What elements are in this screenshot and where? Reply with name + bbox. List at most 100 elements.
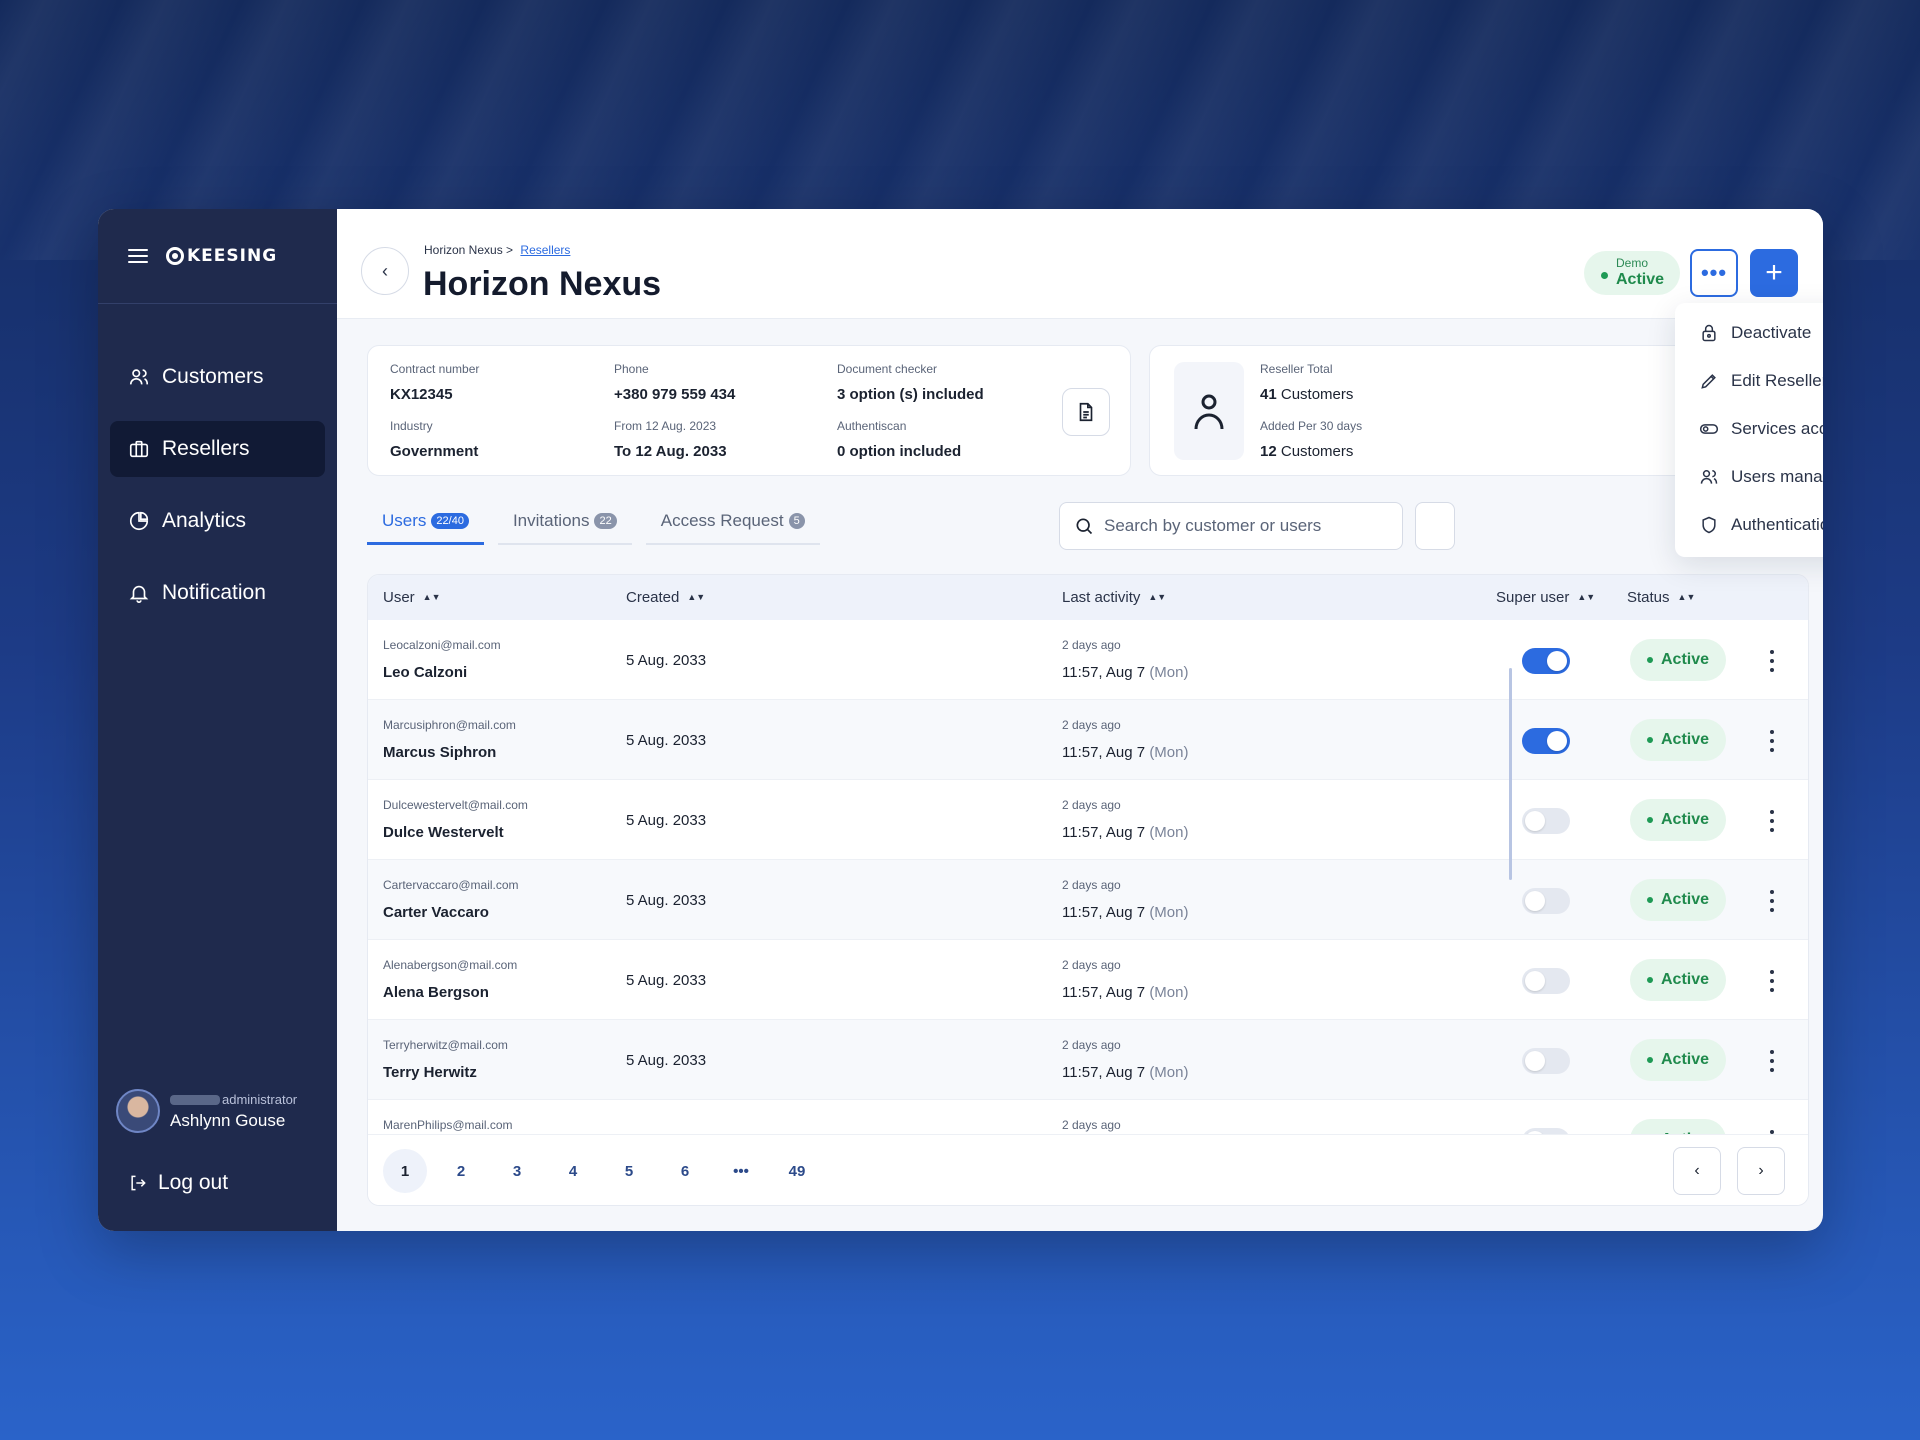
document-button[interactable] [1062,388,1110,436]
toggle-knob [1547,731,1567,751]
tabs: Users 22/40 Invitations 22 Access Request 5 [367,499,834,545]
sidebar: KEESING Customers Resellers Analytics No… [98,209,337,1231]
users-table: User ▲▼ Created ▲▼ Last activity ▲▼ Super u… [367,574,1809,1206]
column-created[interactable]: Created ▲▼ [626,589,705,606]
pagination: 1 2 3 4 5 6 ••• 49 ‹ › [368,1134,1808,1205]
logout-button[interactable]: Log out [128,1171,228,1195]
table-row[interactable]: MarenPhilips@mail.com 2 days ago Active [368,1100,1808,1134]
menu-item-users-management[interactable]: Users management [1699,467,1823,487]
table-row[interactable]: Leocalzoni@mail.com Leo Calzoni 5 Aug. 203… [368,620,1808,700]
count-badge: 5 [788,513,805,529]
tab-invitations[interactable]: Invitations 22 [497,499,632,545]
table-row[interactable]: Alenabergson@mail.com Alena Bergson 5 Aug.… [368,940,1808,1020]
row-actions-icon[interactable] [1762,968,1782,994]
user-email: Dulcewestervelt@mail.com [383,798,528,812]
created-date: 5 Aug. 2033 [626,812,707,829]
avatar [116,1089,160,1133]
menu-item-authentication[interactable]: Authentication [1699,515,1823,535]
prev-page-button[interactable]: ‹ [1673,1147,1721,1195]
column-user[interactable]: User ▲▼ [383,589,441,606]
user-name: Terry Herwitz [383,1064,477,1081]
column-last-activity[interactable]: Last activity ▲▼ [1062,589,1166,606]
page-5[interactable]: 5 [607,1149,651,1193]
row-actions-icon[interactable] [1762,888,1782,914]
contract-number: Contract number KX12345 [390,362,480,403]
page-49[interactable]: 49 [775,1149,819,1193]
add-button[interactable]: + [1750,249,1798,297]
sidebar-item-resellers[interactable]: Resellers [110,421,325,477]
row-actions-icon[interactable] [1762,728,1782,754]
contract-info-card: Contract number KX12345 Industry Governmen… [367,345,1131,476]
app-window: KEESING Customers Resellers Analytics No… [98,209,1823,1231]
status-dot-icon [1646,737,1653,743]
row-actions-icon[interactable] [1762,808,1782,834]
row-actions-icon[interactable] [1762,648,1782,674]
breadcrumb-link-resellers[interactable]: Resellers [520,243,570,257]
page-2[interactable]: 2 [439,1149,483,1193]
status-dot-icon [1601,272,1608,279]
page-6[interactable]: 6 [663,1149,707,1193]
page-3[interactable]: 3 [495,1149,539,1193]
table-row[interactable]: Cartervaccaro@mail.com Carter Vaccaro 5 Au… [368,860,1808,940]
user-email: Leocalzoni@mail.com [383,638,501,652]
chevron-left-icon: ‹ [382,260,388,281]
user-name: Dulce Westervelt [383,824,504,841]
page-ellipsis[interactable]: ••• [719,1149,763,1193]
sidebar-item-notification[interactable]: Notification [110,565,325,621]
hamburger-menu-icon[interactable] [128,249,148,263]
super-user-toggle[interactable] [1522,648,1570,674]
row-actions-icon[interactable] [1762,1048,1782,1074]
brand-logo[interactable]: KEESING [166,246,277,266]
sidebar-item-label: Customers [162,365,264,388]
user-role: administrator [170,1092,297,1107]
status-badge: Active [1630,1119,1726,1134]
created-date: 5 Aug. 2033 [626,732,707,749]
menu-item-services-access[interactable]: Services access [1699,419,1823,439]
page-1[interactable]: 1 [383,1149,427,1193]
column-status[interactable]: Status ▲▼ [1627,589,1695,606]
sidebar-item-analytics[interactable]: Analytics [110,493,325,549]
status-badge: Active [1630,639,1726,681]
toggle-icon [1699,424,1719,434]
super-user-toggle[interactable] [1522,1048,1570,1074]
scrollbar[interactable] [1509,668,1512,880]
reseller-avatar [1174,362,1244,460]
document-icon [1079,402,1093,422]
table-row[interactable]: Marcusiphron@mail.com Marcus Siphron 5 Aug… [368,700,1808,780]
chevron-left-icon: ‹ [1694,1162,1700,1179]
super-user-toggle[interactable] [1522,968,1570,994]
search-input[interactable]: Search by customer or users [1059,502,1403,550]
search-placeholder: Search by customer or users [1104,516,1322,535]
brand-name: KEESING [187,246,278,266]
tab-users[interactable]: Users 22/40 [367,499,484,545]
status-badge: Active [1630,879,1726,921]
sidebar-user[interactable]: administrator Ashlynn Gouse [116,1089,297,1133]
column-super-user[interactable]: Super user ▲▼ [1496,589,1595,606]
status-badge: Active [1630,1039,1726,1081]
back-button[interactable]: ‹ [361,247,409,295]
menu-item-edit-reseller[interactable]: Edit Reseller [1699,371,1823,391]
super-user-toggle[interactable] [1522,728,1570,754]
sidebar-item-customers[interactable]: Customers [110,349,325,405]
phone: Phone +380 979 559 434 [614,362,736,403]
document-checker: Document checker 3 option (s) included [837,362,984,403]
status-dot-icon [1646,817,1653,823]
lock-icon [1702,324,1716,342]
sidebar-item-label: Resellers [162,437,250,460]
page-4[interactable]: 4 [551,1149,595,1193]
created-date: 5 Aug. 2033 [626,652,707,669]
table-body: Leocalzoni@mail.com Leo Calzoni 5 Aug. 203… [368,620,1808,1134]
menu-item-deactivate[interactable]: Deactivate [1699,323,1811,343]
status-dot-icon [1646,897,1653,903]
tab-access-request[interactable]: Access Request 5 [645,499,820,545]
table-row[interactable]: Dulcewestervelt@mail.com Dulce Westervelt… [368,780,1808,860]
more-options-button[interactable]: ••• [1690,249,1738,297]
super-user-toggle[interactable] [1522,808,1570,834]
next-page-button[interactable]: › [1737,1147,1785,1195]
filter-button[interactable] [1415,502,1455,550]
contract-period: From 12 Aug. 2023 To 12 Aug. 2033 [614,419,727,460]
table-row[interactable]: Terryherwitz@mail.com Terry Herwitz 5 Aug.… [368,1020,1808,1100]
status-dot-icon [1646,977,1653,983]
super-user-toggle[interactable] [1522,888,1570,914]
user-name: Carter Vaccaro [383,904,489,921]
